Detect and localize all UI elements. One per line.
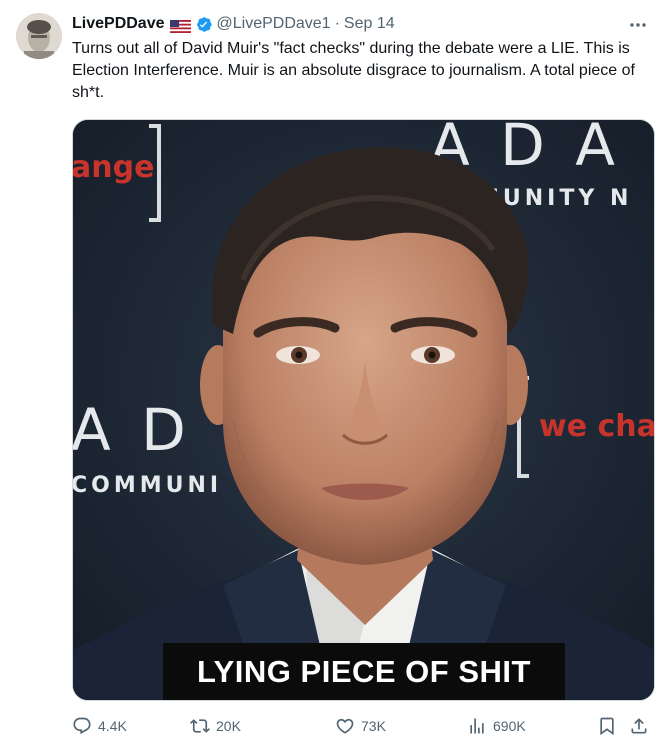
share-icon xyxy=(631,718,647,734)
views-count: 690K xyxy=(493,718,526,734)
tweet[interactable]: LivePDDave @LivePDDave1 · Sep 14 Turns o… xyxy=(0,0,671,750)
more-icon xyxy=(630,23,646,27)
us-flag-icon xyxy=(169,18,191,33)
bookmark-button[interactable] xyxy=(597,716,617,736)
tweet-media-image[interactable]: ange A D A MUNITY N A D COMMUNI we cha L… xyxy=(72,119,655,701)
retweet-icon xyxy=(190,719,210,733)
reply-button[interactable]: 4.4K xyxy=(72,714,127,738)
avatar[interactable] xyxy=(16,13,62,59)
more-options-button[interactable] xyxy=(627,16,649,34)
views-button[interactable]: 690K xyxy=(467,714,526,738)
like-count: 73K xyxy=(361,718,386,734)
share-button[interactable] xyxy=(629,716,649,736)
tweet-actions: 4.4K 20K 73K 690K xyxy=(72,714,655,738)
author-handle[interactable]: @LivePDDave1 xyxy=(217,13,331,35)
backdrop-text-right: we cha xyxy=(539,409,655,444)
heart-icon xyxy=(336,718,354,734)
separator-dot: · xyxy=(334,15,340,32)
tweet-text: Turns out all of David Muir's "fact chec… xyxy=(72,40,640,101)
display-name[interactable]: LivePDDave xyxy=(72,13,165,35)
verified-badge-icon[interactable] xyxy=(194,15,213,34)
image-caption: LYING PIECE OF SHIT xyxy=(163,643,565,700)
bookmark-icon xyxy=(600,717,614,736)
views-chart-icon xyxy=(470,718,484,734)
retweet-count: 20K xyxy=(216,718,241,734)
reply-count: 4.4K xyxy=(98,718,127,734)
portrait-photo: ange A D A MUNITY N A D COMMUNI we cha xyxy=(73,120,655,700)
retweet-button[interactable]: 20K xyxy=(190,714,241,738)
like-button[interactable]: 73K xyxy=(335,714,386,738)
reply-icon xyxy=(73,717,91,735)
backdrop-text-top-left: ange xyxy=(73,150,154,185)
backdrop-text-left-sub: COMMUNI xyxy=(73,473,222,498)
tweet-header: LivePDDave @LivePDDave1 · Sep 14 xyxy=(72,13,657,35)
backdrop-text-left: A D xyxy=(73,396,192,464)
tweet-date[interactable]: Sep 14 xyxy=(344,13,395,35)
